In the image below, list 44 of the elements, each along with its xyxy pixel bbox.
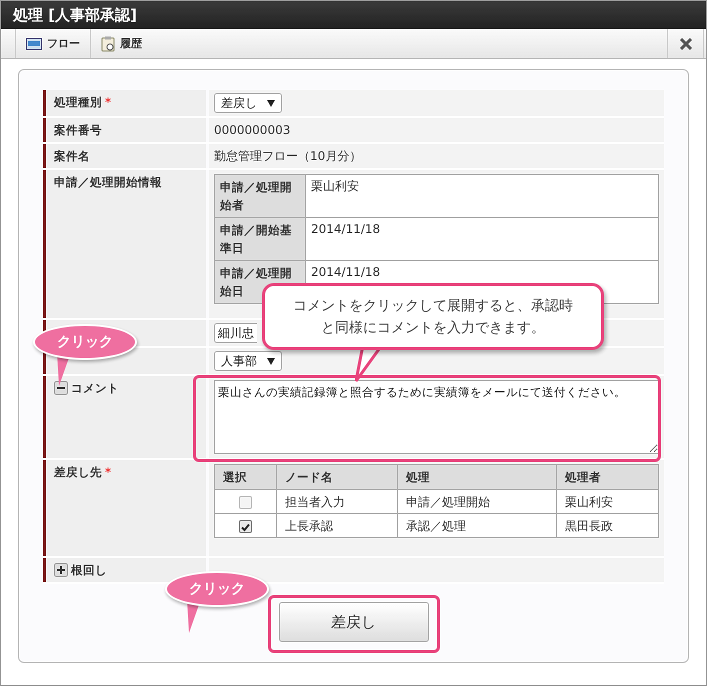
field-label: 差戻し先 — [54, 464, 102, 480]
field-label[interactable]: コメント — [71, 380, 119, 396]
field-label: 処理種別 — [54, 94, 102, 110]
required-mark: * — [105, 94, 112, 110]
table-cell: 栗山利安 — [556, 490, 658, 514]
image-icon — [26, 38, 42, 50]
dropdown[interactable]: 細川忠 — [214, 323, 257, 343]
caret-icon — [267, 100, 275, 106]
dropdown[interactable]: 差戻し — [214, 93, 282, 113]
table-cell: 栗山利安 — [306, 174, 658, 218]
callout: コメントをクリックして展開すると、承認時と同様にコメントを入力できます。 — [262, 283, 604, 350]
field-value: 勤怠管理フロー（10月分） — [214, 149, 362, 163]
section-toggle[interactable]: 根回し — [71, 562, 107, 578]
clipboard-icon — [101, 36, 115, 52]
field-label: 案件番号 — [54, 122, 102, 138]
dropdown[interactable]: 人事部 — [214, 351, 282, 371]
close-button[interactable] — [667, 29, 704, 58]
column-header: 処理 — [398, 464, 556, 490]
collapse-icon[interactable] — [54, 381, 68, 395]
checkbox[interactable] — [239, 520, 252, 533]
table-cell: 担当者入力 — [276, 490, 398, 514]
table-cell: 申請／処理開始 — [398, 490, 556, 514]
table-cell: 黒田長政 — [556, 514, 658, 538]
toolbar-button[interactable]: フロー — [15, 29, 90, 58]
column-header: 処理者 — [556, 464, 658, 490]
table-cell: 上長承認 — [276, 514, 398, 538]
return-button[interactable]: 差戻し — [278, 602, 428, 642]
close-icon — [680, 38, 692, 50]
checkbox[interactable] — [239, 496, 252, 509]
toolbar-button[interactable]: 履歴 — [90, 29, 152, 58]
comment-field[interactable]: 栗山さんの実績記録簿と照合するために実績簿をメールにて送付ください。 — [214, 380, 659, 454]
column-header: ノード名 — [276, 464, 398, 490]
table-cell: 2014/11/18 — [306, 218, 658, 260]
window-title: 処理 [人事部承認] — [1, 1, 706, 29]
field-value: 0000000003 — [214, 123, 290, 137]
column-header: 選択 — [214, 464, 276, 490]
table-cell: 承認／処理 — [398, 514, 556, 538]
required-mark: * — [105, 464, 112, 480]
caret-icon — [267, 358, 275, 364]
table-header: 申請／開始基準日 — [214, 218, 306, 260]
expand-icon[interactable] — [54, 563, 68, 577]
table-header: 申請／処理開始者 — [214, 174, 306, 218]
field-label: 案件名 — [54, 148, 90, 164]
field-label: 申請／処理開始情報 — [54, 174, 162, 190]
